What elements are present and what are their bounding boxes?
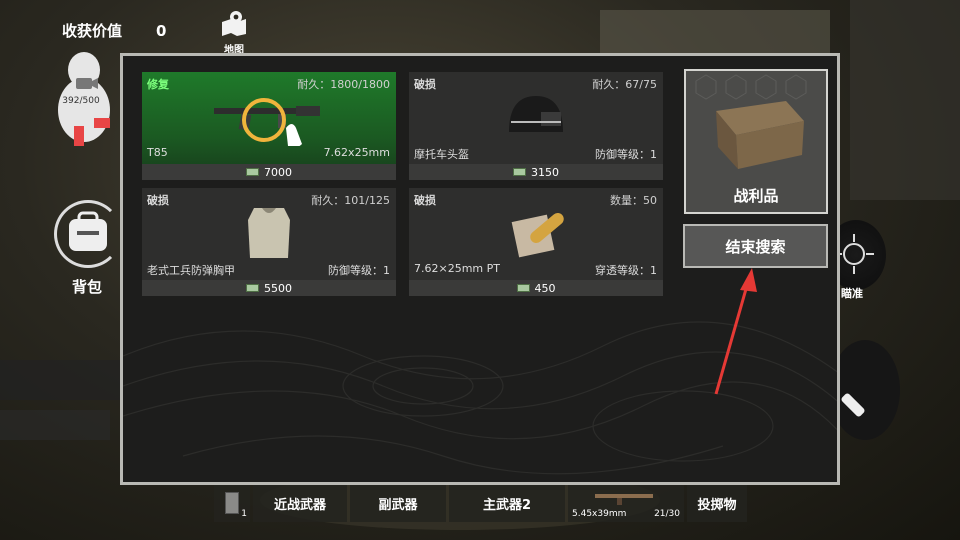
red-arrow-indicator [714,268,757,395]
